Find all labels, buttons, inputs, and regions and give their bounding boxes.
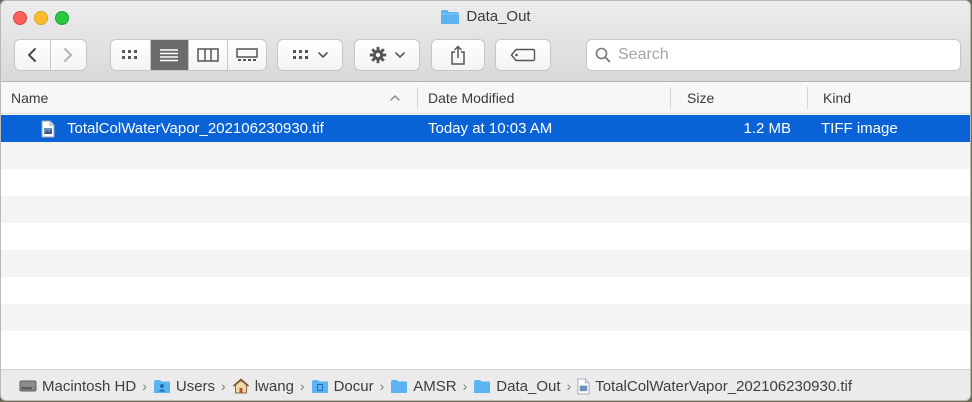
path-item-label: lwang xyxy=(254,377,294,395)
users-folder-icon xyxy=(153,379,170,393)
gallery-view-button[interactable] xyxy=(228,40,267,70)
path-item-file[interactable]: TotalColWaterVapor_202106230930.tif xyxy=(577,378,852,395)
folder-icon xyxy=(441,9,460,24)
path-item-label: TotalColWaterVapor_202106230930.tif xyxy=(595,377,853,395)
column-header-date[interactable]: Date Modified xyxy=(418,82,670,114)
tag-icon xyxy=(510,48,536,62)
toolbar: Data_Out Search xyxy=(1,1,970,82)
file-row[interactable]: TotalColWaterVapor_202106230930.tif Toda… xyxy=(1,115,970,142)
tiff-file-icon xyxy=(41,120,55,137)
gear-icon xyxy=(369,46,387,64)
column-divider[interactable] xyxy=(670,87,671,109)
window-title-text: Data_Out xyxy=(466,8,531,25)
path-bar: Macintosh HD › Users › lwang › Docur › A… xyxy=(1,369,970,400)
path-item-label: Macintosh HD xyxy=(42,377,137,395)
chevron-left-icon xyxy=(28,48,37,62)
share-button[interactable] xyxy=(431,39,485,71)
empty-row xyxy=(1,304,970,331)
empty-row xyxy=(1,277,970,304)
column-divider[interactable] xyxy=(807,87,808,109)
file-icon xyxy=(577,378,590,394)
search-field[interactable]: Search xyxy=(586,39,961,71)
chevron-right-icon xyxy=(64,48,73,62)
file-size: 1.2 MB xyxy=(743,120,791,137)
empty-row xyxy=(1,223,970,250)
column-view-button[interactable] xyxy=(189,40,228,70)
path-item-home[interactable]: lwang xyxy=(232,378,294,395)
path-item-label: Users xyxy=(175,377,216,395)
file-date: Today at 10:03 AM xyxy=(428,120,553,137)
path-separator: › xyxy=(299,378,305,394)
icon-view-icon xyxy=(122,50,138,59)
path-separator: › xyxy=(142,378,147,394)
file-size-cell: 1.2 MB xyxy=(677,115,791,142)
file-date-cell: Today at 10:03 AM xyxy=(428,115,552,142)
column-header-size[interactable]: Size xyxy=(677,82,807,114)
path-separator: › xyxy=(462,378,468,394)
view-mode-control xyxy=(110,39,267,71)
column-header-name[interactable]: Name xyxy=(1,82,417,114)
column-view-icon xyxy=(197,48,219,62)
folder-icon xyxy=(391,379,408,393)
column-header-date-label: Date Modified xyxy=(428,90,515,106)
empty-row xyxy=(1,142,970,169)
path-item-users[interactable]: Users xyxy=(153,378,215,395)
hard-drive-icon xyxy=(19,380,37,392)
path-separator: › xyxy=(221,378,226,394)
path-item-label: AMSR xyxy=(413,377,457,395)
chevron-down-icon xyxy=(318,52,328,59)
action-button[interactable] xyxy=(354,39,420,71)
share-icon xyxy=(451,45,465,65)
file-kind-cell: TIFF image xyxy=(821,115,898,142)
path-item-documents[interactable]: Docur xyxy=(311,378,374,395)
path-item-label: Data_Out xyxy=(496,377,561,395)
forward-button[interactable] xyxy=(51,40,87,70)
tag-button[interactable] xyxy=(495,39,551,71)
empty-row xyxy=(1,196,970,223)
search-icon xyxy=(595,47,611,63)
column-header-kind[interactable]: Kind xyxy=(813,82,963,114)
empty-row xyxy=(1,331,970,358)
file-name-cell: TotalColWaterVapor_202106230930.tif xyxy=(41,115,324,142)
file-name: TotalColWaterVapor_202106230930.tif xyxy=(67,120,324,137)
column-header-kind-label: Kind xyxy=(823,90,852,106)
folder-icon xyxy=(474,379,491,393)
icon-view-button[interactable] xyxy=(111,40,151,70)
home-icon xyxy=(232,378,249,394)
path-item-amsr[interactable]: AMSR xyxy=(390,377,457,395)
group-by-icon xyxy=(293,50,308,59)
documents-folder-icon xyxy=(311,379,328,393)
empty-row xyxy=(1,169,970,196)
path-separator: › xyxy=(379,378,385,394)
file-list: TotalColWaterVapor_202106230930.tif Toda… xyxy=(1,115,970,358)
gallery-view-icon xyxy=(236,48,258,61)
path-item-label: Docur xyxy=(333,377,374,395)
column-header-name-label: Name xyxy=(11,90,49,106)
sort-ascending-icon xyxy=(390,95,400,101)
search-placeholder: Search xyxy=(618,46,669,63)
file-kind: TIFF image xyxy=(821,120,898,137)
column-header-size-label: Size xyxy=(687,90,715,106)
back-button[interactable] xyxy=(15,40,51,70)
group-by-button[interactable] xyxy=(277,39,343,71)
path-separator: › xyxy=(566,378,572,394)
path-item-macintosh-hd[interactable]: Macintosh HD xyxy=(19,378,136,395)
list-view-icon xyxy=(160,49,179,62)
chevron-down-icon xyxy=(395,52,405,59)
list-view-button[interactable] xyxy=(150,40,189,70)
column-header-bar: Name Date Modified Size Kind xyxy=(1,82,970,114)
nav-buttons xyxy=(14,39,87,71)
empty-row xyxy=(1,250,970,277)
path-item-data-out[interactable]: Data_Out xyxy=(473,377,561,395)
window-title: Data_Out xyxy=(1,8,970,25)
finder-window: Data_Out Search Name Date Modified Size … xyxy=(0,0,971,401)
